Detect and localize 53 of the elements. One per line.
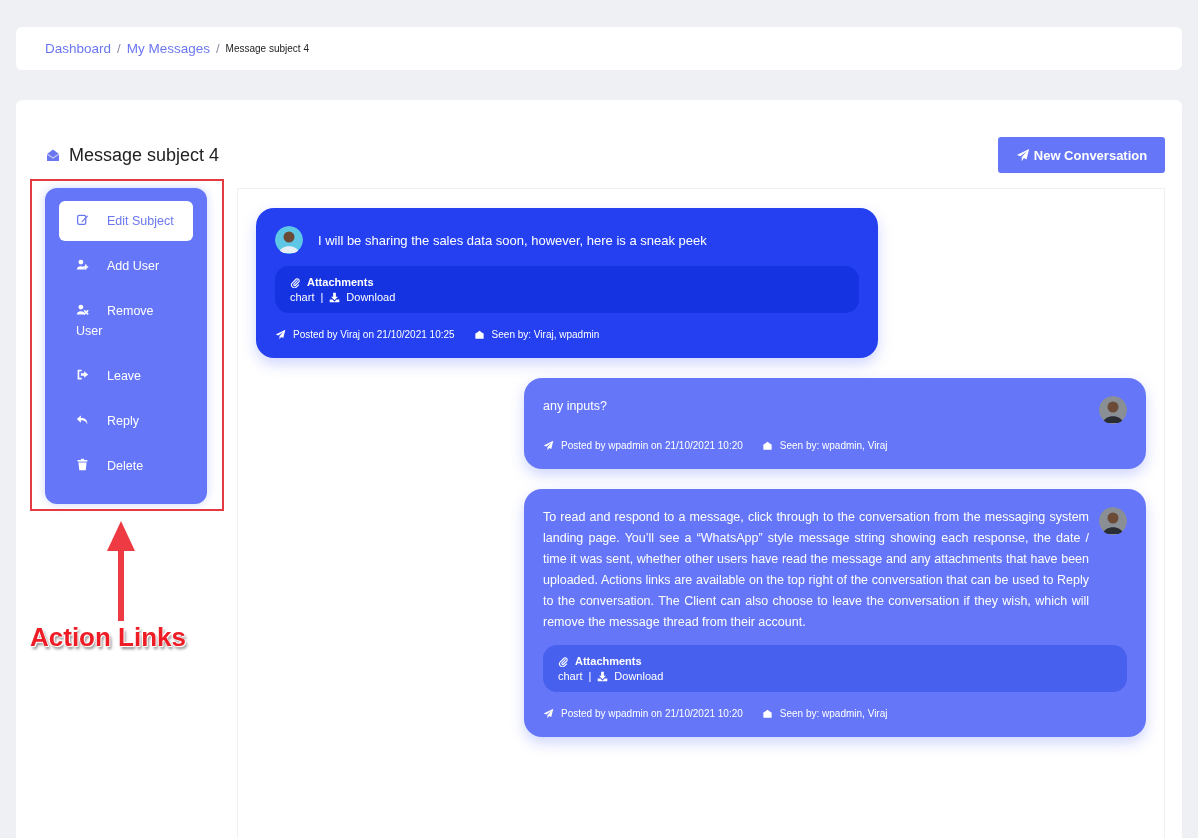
attachments-heading: Attachments — [307, 276, 374, 288]
exit-icon — [76, 368, 89, 381]
download-link[interactable]: Download — [346, 291, 396, 303]
envelope-icon — [761, 708, 773, 719]
message-text: I will be sharing the sales data soon, however, here is a sneak peek — [318, 232, 708, 250]
envelope-icon — [45, 147, 61, 163]
avatar-icon — [1099, 396, 1127, 424]
avatar-icon — [1099, 507, 1127, 535]
posted-info: Posted by Viraj on 21/10/2021 10:25 — [293, 329, 455, 340]
breadcrumb-separator: / — [117, 41, 121, 56]
edit-icon — [76, 213, 89, 226]
file-name: chart — [558, 670, 583, 682]
new-conversation-button[interactable]: New Conversation — [998, 137, 1165, 173]
action-link[interactable]: Leave — [59, 356, 193, 396]
paper-plane-icon — [543, 708, 554, 719]
file-name: chart — [290, 291, 315, 303]
separator: | — [320, 291, 324, 303]
avatar-icon — [275, 226, 303, 254]
download-icon — [329, 291, 341, 303]
seen-info: Seen by: Viraj, wpadmin — [491, 329, 600, 340]
download-link[interactable]: Download — [614, 670, 664, 682]
posted-info: Posted by wpadmin on 21/10/2021 10:20 — [561, 440, 743, 451]
paperclip-icon — [558, 655, 569, 667]
message-text: To read and respond to a message, click through to the conversation from the messaging system landing page. You’ll see a “WhatsApp” style message string showing each response, the date / time it was sent, whether other users have read the message and any attachments that have been uploaded. Actions links are available on the top right of the conversation that can be used to Reply to the conversation. The Client can also choose to leave the conversation if they wish, which will remove the message thread from their account. — [543, 509, 1089, 631]
breadcrumb-current: Message subject 4 — [225, 43, 309, 54]
add-user-icon — [76, 258, 89, 271]
paper-plane-icon — [1015, 148, 1030, 162]
remove-user-icon — [76, 303, 89, 316]
action-link[interactable]: Add User — [59, 246, 193, 286]
attachments-heading: Attachments — [575, 655, 642, 667]
page-title: Message subject 4 — [69, 144, 220, 166]
seen-info: Seen by: wpadmin, Viraj — [779, 708, 888, 719]
annotation-label: Action Links — [30, 622, 186, 653]
breadcrumb-link[interactable]: Dashboard — [45, 41, 112, 56]
envelope-icon — [473, 329, 485, 340]
trash-icon — [76, 458, 89, 471]
action-link[interactable]: Reply — [59, 401, 193, 441]
paper-plane-icon — [543, 440, 554, 451]
action-link[interactable]: Edit Subject — [59, 201, 193, 241]
seen-info: Seen by: wpadmin, Viraj — [779, 440, 888, 451]
download-icon — [597, 670, 609, 682]
action-link[interactable]: Delete — [59, 446, 193, 486]
action-link[interactable]: Remove User — [59, 291, 193, 351]
arrow-icon — [106, 521, 136, 621]
breadcrumb-separator: / — [215, 41, 220, 56]
reply-icon — [76, 413, 89, 426]
message-text: any inputs? — [543, 398, 608, 415]
breadcrumb-link[interactable]: My Messages — [126, 41, 210, 56]
paper-plane-icon — [275, 329, 286, 340]
paperclip-icon — [290, 276, 301, 288]
posted-info: Posted by wpadmin on 21/10/2021 10:20 — [561, 708, 743, 719]
envelope-icon — [761, 440, 773, 451]
separator: | — [588, 670, 592, 682]
